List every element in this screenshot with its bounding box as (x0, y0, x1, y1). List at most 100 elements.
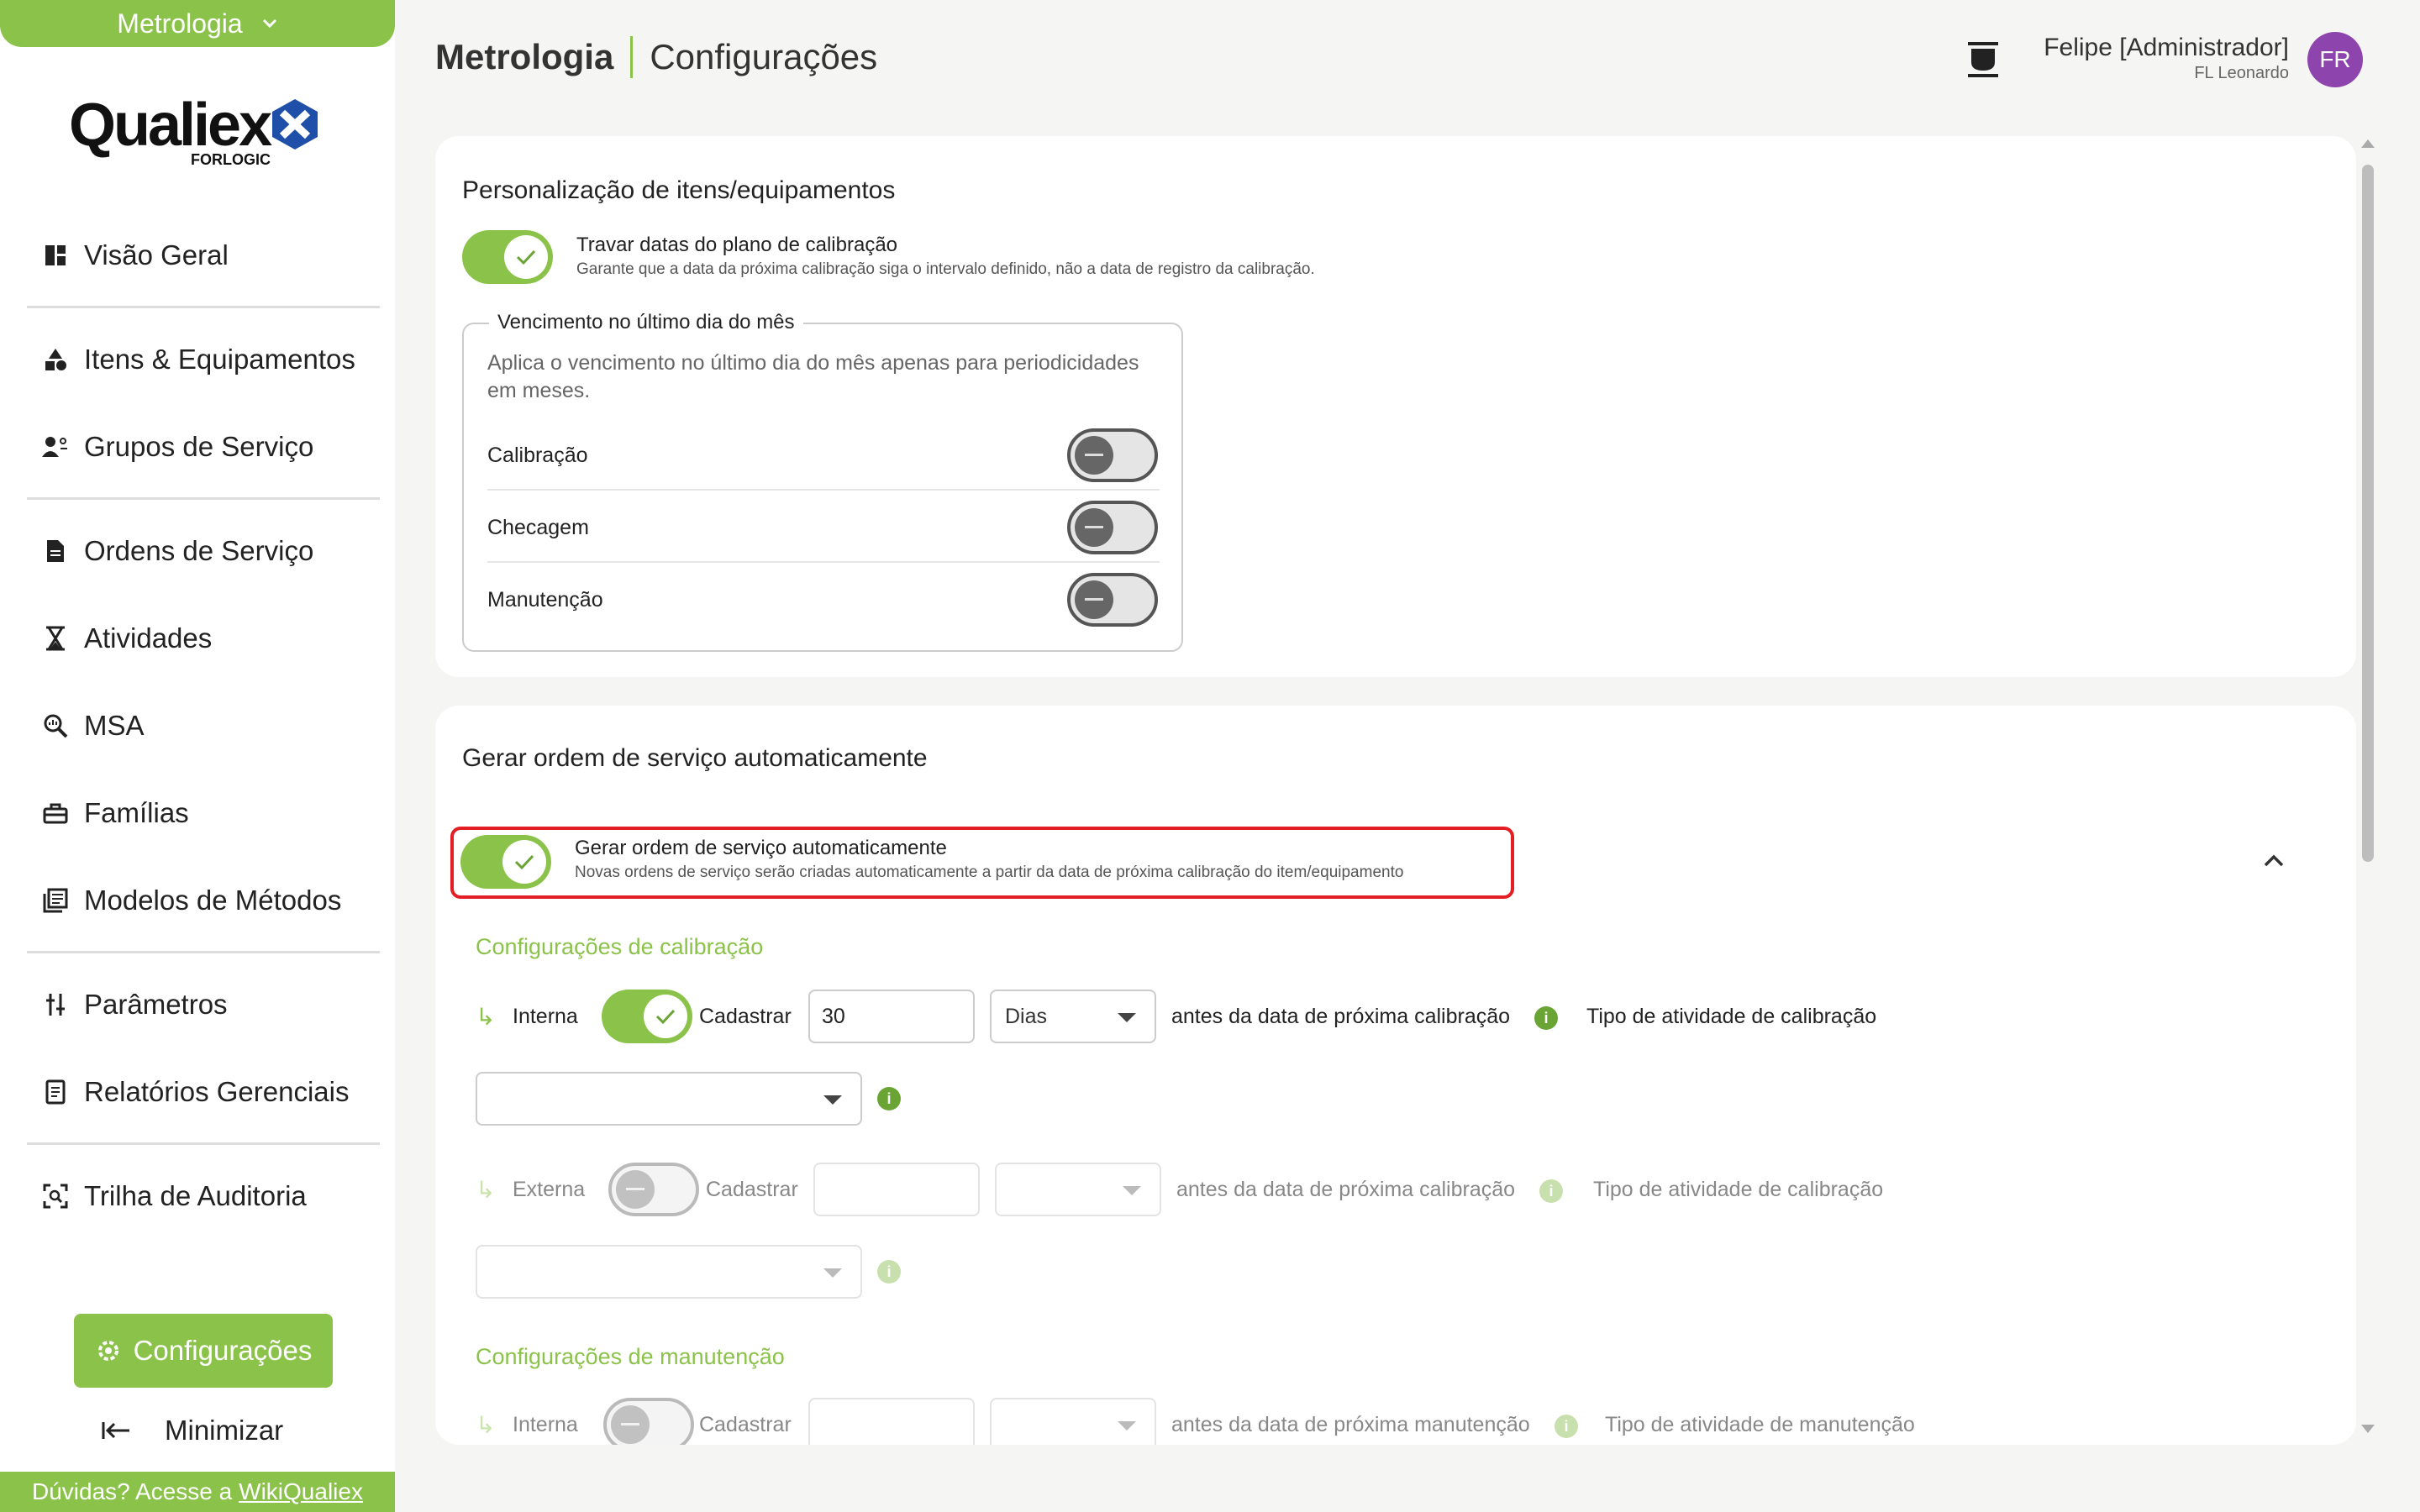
auto-generate-toggle[interactable] (460, 835, 551, 889)
sidebar-item-relatorios[interactable]: Relatórios Gerenciais (27, 1058, 380, 1126)
minimize-label: Minimizar (165, 1415, 284, 1446)
days-input[interactable]: 30 (808, 990, 975, 1043)
internal-label: Interna (513, 1412, 578, 1436)
minus-icon (1085, 454, 1103, 456)
sidebar-item-parametros[interactable]: Parâmetros (27, 971, 380, 1038)
auto-generate-desc: Novas ordens de serviço serão criadas au… (575, 864, 1404, 881)
sidebar-item-grupos-servico[interactable]: Grupos de Serviço (27, 413, 380, 480)
days-input[interactable] (813, 1163, 980, 1216)
minus-icon (621, 1423, 639, 1425)
month-end-row-checagem: Checagem (487, 491, 1160, 563)
maintenance-section-heading: Configurações de manutenção (476, 1344, 785, 1369)
gear-icon (97, 1341, 118, 1361)
page-header: Metrologia Configurações (435, 32, 877, 82)
sidebar-item-itens-equipamentos[interactable]: Itens & Equipamentos (27, 326, 380, 393)
lock-dates-toggle[interactable] (462, 230, 553, 284)
before-date-text: antes da data de próxima manutenção (1171, 1413, 1530, 1436)
collapse-left-icon (102, 1422, 129, 1439)
chevron-down-icon (262, 18, 276, 29)
unit-select[interactable]: Dias (990, 990, 1156, 1043)
check-icon (516, 249, 536, 265)
settings-button-label: Configurações (133, 1335, 313, 1366)
user-info[interactable]: Felipe [Administrador] FL Leonardo (2044, 34, 2289, 83)
manutencao-toggle[interactable] (1067, 573, 1158, 627)
magnifier-icon (40, 711, 71, 741)
dashboard-icon (40, 240, 71, 270)
sidebar-item-atividades[interactable]: Atividades (27, 605, 380, 672)
page-title: Configurações (650, 37, 878, 76)
scroll-down-icon[interactable] (2361, 1425, 2375, 1433)
info-icon[interactable]: i (1539, 1179, 1563, 1203)
fieldset-desc: Aplica o vencimento no último dia do mês… (487, 351, 1139, 402)
before-date-text: antes da data de próxima calibração (1176, 1178, 1516, 1201)
hourglass-icon (40, 623, 71, 654)
avatar[interactable]: FR (2307, 32, 2363, 87)
register-label: Cadastrar (699, 1413, 792, 1436)
caret-down-icon (823, 1268, 842, 1278)
sidebar-item-trilha-auditoria[interactable]: Trilha de Auditoria (27, 1163, 380, 1230)
before-date-text: antes da data de próxima calibração (1171, 1005, 1511, 1028)
subitem-arrow-icon: ↳ (476, 1411, 496, 1438)
maintenance-internal-toggle[interactable] (603, 1398, 694, 1445)
module-selector[interactable]: Metrologia (0, 0, 395, 47)
sidebar: Metrologia Qualiex FORLOGIC Visão Geral … (0, 0, 395, 1512)
minus-icon (1085, 526, 1103, 528)
register-label: Cadastrar (699, 1005, 792, 1028)
activity-type-label: Tipo de atividade de manutenção (1605, 1413, 1915, 1436)
activity-type-label: Tipo de atividade de calibração (1586, 1005, 1877, 1028)
lock-dates-title: Travar datas do plano de calibração (576, 234, 898, 256)
internal-label: Interna (513, 1004, 578, 1028)
calibration-section-heading: Configurações de calibração (476, 934, 764, 959)
user-org: FL Leonardo (2194, 64, 2289, 82)
sidebar-divider (27, 497, 380, 500)
group-icon (40, 432, 71, 462)
chevron-up-icon[interactable] (2257, 843, 2291, 877)
items-customization-card: Personalização de itens/equipamentos Tra… (435, 136, 2356, 677)
unit-select[interactable] (995, 1163, 1161, 1216)
subitem-arrow-icon: ↳ (476, 1003, 496, 1030)
scrollbar[interactable] (2360, 139, 2376, 1433)
unit-select[interactable] (990, 1398, 1156, 1445)
calibration-external-row: ↳ Externa (476, 1163, 585, 1216)
sidebar-item-modelos-metodos[interactable]: Modelos de Métodos (27, 867, 380, 934)
settings-button[interactable]: Configurações (74, 1314, 333, 1388)
info-icon[interactable]: i (877, 1260, 901, 1284)
shapes-icon (40, 344, 71, 375)
maintenance-internal-row: ↳ Interna (476, 1398, 578, 1445)
scrollbar-thumb[interactable] (2362, 165, 2374, 862)
info-icon[interactable]: i (1534, 1006, 1558, 1030)
minus-icon (1085, 598, 1103, 601)
calibration-internal-toggle[interactable] (602, 990, 692, 1043)
sidebar-item-ordens-servico[interactable]: Ordens de Serviço (27, 517, 380, 585)
help-text: Dúvidas? Acesse a (32, 1478, 233, 1504)
info-icon[interactable]: i (1555, 1415, 1578, 1438)
month-end-row-manutencao: Manutenção (487, 563, 1160, 635)
toolbox-icon (40, 798, 71, 828)
calibracao-toggle[interactable] (1067, 428, 1158, 482)
coffee-cup-icon[interactable] (1961, 39, 2005, 81)
auto-service-order-card: Gerar ordem de serviço automaticamente G… (435, 706, 2356, 1445)
check-icon (655, 1009, 676, 1025)
sidebar-item-visao-geral[interactable]: Visão Geral (27, 222, 380, 289)
activity-type-select[interactable] (476, 1072, 862, 1126)
activity-type-label: Tipo de atividade de calibração (1593, 1178, 1884, 1201)
sidebar-item-familias[interactable]: Famílias (27, 780, 380, 847)
checagem-toggle[interactable] (1067, 501, 1158, 554)
report-icon (40, 1077, 71, 1107)
auto-generate-title: Gerar ordem de serviço automaticamente (575, 837, 947, 859)
sliders-icon (40, 990, 71, 1020)
scroll-up-icon[interactable] (2361, 139, 2375, 148)
days-input[interactable] (808, 1398, 975, 1445)
minimize-button[interactable]: Minimizar (101, 1410, 283, 1452)
sidebar-item-msa[interactable]: MSA (27, 692, 380, 759)
lock-dates-desc: Garante que a data da próxima calibração… (576, 260, 1315, 278)
calibration-internal-row: ↳ Interna (476, 990, 578, 1043)
activity-type-select[interactable] (476, 1245, 862, 1299)
document-icon (40, 536, 71, 566)
external-label: Externa (513, 1177, 586, 1201)
month-end-fieldset: Vencimento no último dia do mês Aplica o… (462, 311, 1183, 652)
wiki-link[interactable]: WikiQualiex (239, 1478, 363, 1505)
calibration-external-toggle[interactable] (608, 1163, 699, 1216)
info-icon[interactable]: i (877, 1087, 901, 1110)
register-label: Cadastrar (706, 1178, 798, 1201)
